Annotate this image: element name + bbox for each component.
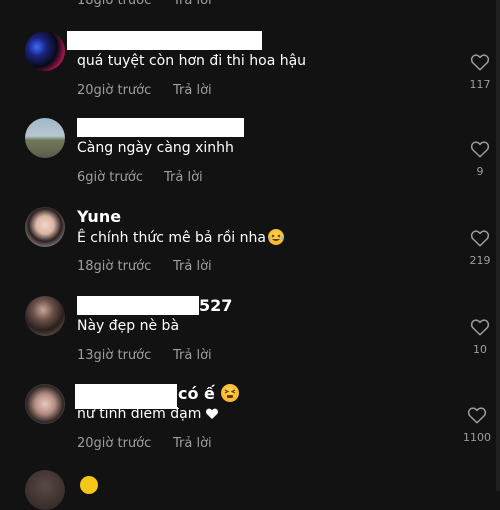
username[interactable]: Yune <box>77 207 121 226</box>
redaction-bar <box>77 296 199 315</box>
username[interactable]: 527 <box>199 296 232 315</box>
tired-face-icon <box>220 384 239 402</box>
username[interactable]: có ế <box>178 384 239 403</box>
comment-text: Càng ngày càng xinhh <box>77 140 234 156</box>
heart-outline-icon[interactable] <box>470 318 490 336</box>
previous-comment-meta: 18giờ trước Trả lời <box>77 0 212 8</box>
reply-button[interactable]: Trả lời <box>164 170 203 185</box>
comment-text: nữ tính điềm đạm <box>77 406 219 424</box>
comment-meta: 18giờ trước Trả lời <box>77 259 212 274</box>
avatar[interactable] <box>25 207 65 247</box>
comment-text: Ê chính thức mê bả rồi nha <box>77 229 284 246</box>
like-count: 10 <box>473 343 487 356</box>
comment-time: 20giờ trước <box>77 83 152 98</box>
comment-time: 20giờ trước <box>77 436 152 451</box>
comment-item: 527 Này đẹp nè bà 13giờ trước Trả lời 10 <box>0 296 500 385</box>
like-button[interactable]: 117 <box>460 53 500 91</box>
comment-time: 6giờ trước <box>77 170 144 185</box>
like-button[interactable]: 1100 <box>454 406 500 444</box>
username-text: có ế <box>178 384 215 403</box>
avatar[interactable] <box>25 296 65 336</box>
comment-item: quá tuyệt còn hơn đi thi hoa hậu 20giờ t… <box>0 31 500 120</box>
comment-meta: 6giờ trước Trả lời <box>77 170 203 185</box>
comment-item: Yune Ê chính thức mê bả rồi nha 18giờ tr… <box>0 207 500 296</box>
redaction-bar <box>67 31 262 50</box>
avatar[interactable] <box>25 118 65 158</box>
avatar[interactable] <box>25 384 65 424</box>
avatar[interactable] <box>25 470 65 510</box>
grinning-squinting-face-icon <box>267 229 284 245</box>
comment-item: có ế nữ tính điềm đạm 20giờ trước Trả lờ… <box>0 384 500 473</box>
like-button[interactable]: 9 <box>460 140 500 178</box>
redaction-bar <box>77 118 244 137</box>
reply-button[interactable]: Trả lời <box>173 436 212 451</box>
avatar[interactable] <box>25 31 65 71</box>
heart-outline-icon[interactable] <box>470 229 490 247</box>
heart-outline-icon[interactable] <box>467 406 487 424</box>
reply-button[interactable]: Trả lời <box>173 259 212 274</box>
comment-meta: 13giờ trước Trả lời <box>77 348 212 363</box>
comment-meta: 20giờ trước Trả lời <box>77 436 212 451</box>
comment-time: 13giờ trước <box>77 348 152 363</box>
like-count: 117 <box>469 78 491 91</box>
comment-item: Càng ngày càng xinhh 6giờ trước Trả lời … <box>0 118 500 207</box>
like-count: 1100 <box>463 431 491 444</box>
scrollbar[interactable] <box>496 0 500 491</box>
comment-time: 18giờ trước <box>77 259 152 274</box>
reply-button[interactable]: Trả lời <box>173 348 212 363</box>
like-count: 9 <box>476 165 484 178</box>
comment-text: Này đẹp nè bà <box>77 318 180 334</box>
heart-outline-icon[interactable] <box>470 53 490 71</box>
comment-text: quá tuyệt còn hơn đi thi hoa hậu <box>77 53 307 69</box>
reply-button[interactable]: Trả lời <box>173 0 212 8</box>
white-heart-icon <box>205 407 219 424</box>
comment-text-content: nữ tính điềm đạm <box>77 406 202 422</box>
reply-button[interactable]: Trả lời <box>173 83 212 98</box>
comment-text-content: Ê chính thức mê bả rồi nha <box>77 230 266 246</box>
like-button[interactable]: 10 <box>460 318 500 356</box>
comment-meta: 20giờ trước Trả lời <box>77 83 212 98</box>
like-button[interactable]: 219 <box>460 229 500 267</box>
comment-time: 18giờ trước <box>77 0 152 8</box>
like-count: 219 <box>469 254 491 267</box>
heart-outline-icon[interactable] <box>470 140 490 158</box>
smiling-face-icon <box>80 476 98 494</box>
comment-list: 18giờ trước Trả lời quá tuyệt còn hơn đi… <box>0 0 500 510</box>
